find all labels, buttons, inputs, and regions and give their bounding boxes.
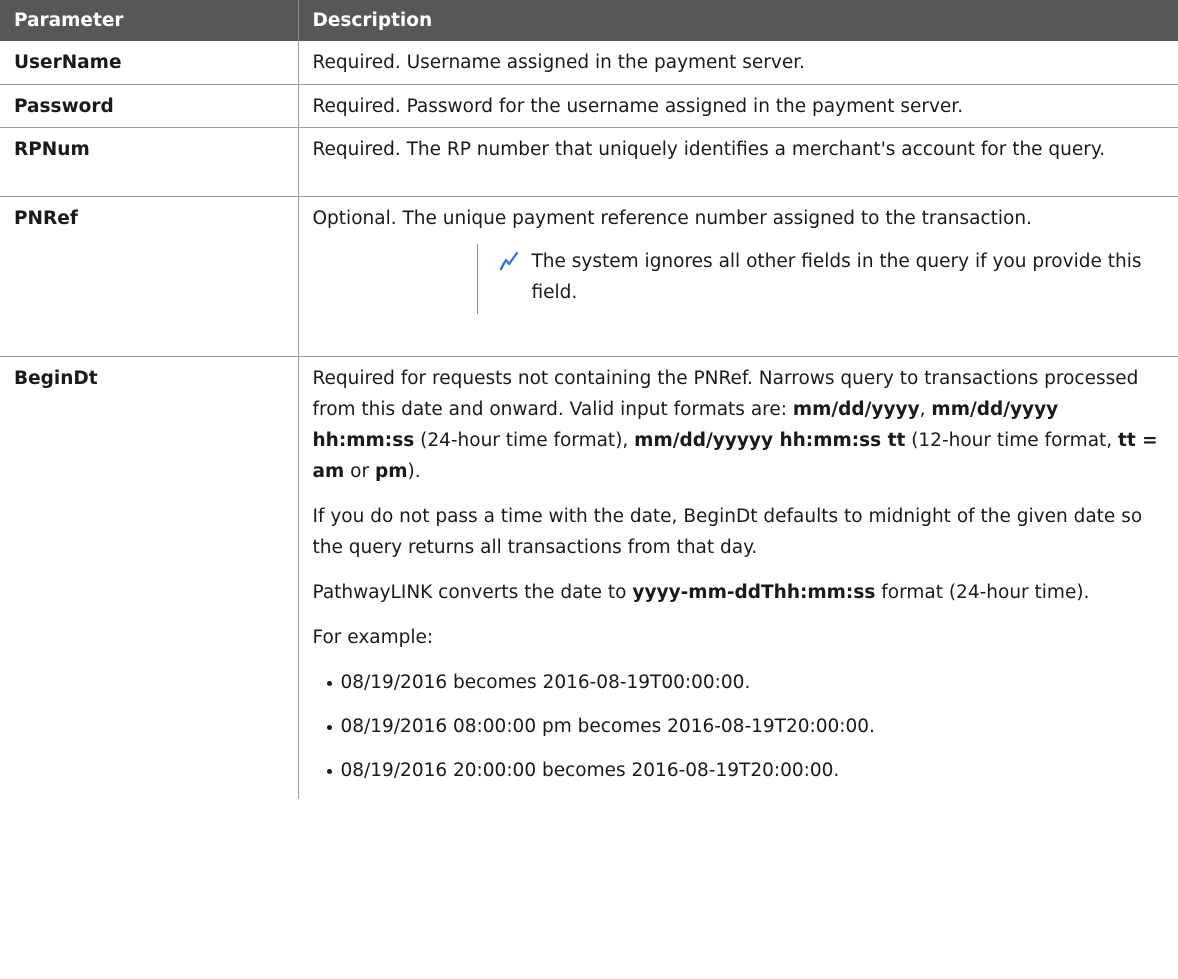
format-code: yyyy-mm-ddThh:mm:ss — [632, 581, 876, 603]
param-description: Required. Username assigned in the payme… — [297, 41, 1178, 85]
text-run: , — [919, 398, 932, 420]
param-name: UserName — [0, 41, 299, 85]
text-run: format (24-hour time). — [875, 581, 1090, 603]
text-run: ). — [407, 460, 421, 482]
format-code: pm — [374, 460, 408, 482]
example-list: 08/19/2016 becomes 2016-08-19T00:00:00. … — [313, 667, 1164, 786]
list-item: 08/19/2016 08:00:00 pm becomes 2016-08-1… — [326, 711, 1164, 742]
param-name: PNRef — [0, 195, 299, 357]
param-name: Password — [0, 83, 299, 128]
begindt-formats-paragraph: Required for requests not containing the… — [313, 363, 1164, 487]
text-run: (12-hour time format, — [905, 429, 1119, 451]
table-row: Password Required. Password for the user… — [0, 83, 1178, 128]
table-row: RPNum Required. The RP number that uniqu… — [0, 126, 1178, 197]
table-header-row: Parameter Description — [0, 0, 1178, 41]
parameter-table: Parameter Description UserName Required.… — [0, 0, 1178, 799]
param-description-cell: Required for requests not containing the… — [297, 355, 1178, 799]
param-description-cell: Optional. The unique payment reference n… — [297, 195, 1178, 357]
note-callout: The system ignores all other fields in t… — [476, 243, 1164, 314]
param-name: RPNum — [0, 126, 299, 197]
table-row: UserName Required. Username assigned in … — [0, 41, 1178, 85]
begindt-conversion-paragraph: PathwayLINK converts the date to yyyy-mm… — [313, 577, 1164, 608]
param-description: Required. The RP number that uniquely id… — [297, 126, 1178, 197]
table-row: PNRef Optional. The unique payment refer… — [0, 195, 1178, 357]
param-name: BeginDt — [0, 355, 299, 799]
text-run: PathwayLINK converts the date to — [312, 581, 633, 603]
format-code: mm/dd/yyyy — [792, 398, 920, 420]
format-code: mm/dd/yyyyy hh:mm:ss tt — [634, 429, 906, 451]
begindt-default-paragraph: If you do not pass a time with the date,… — [312, 505, 1143, 558]
table-row: BeginDt Required for requests not contai… — [0, 355, 1178, 799]
list-item: 08/19/2016 20:00:00 becomes 2016-08-19T2… — [326, 755, 1164, 786]
param-description: Optional. The unique payment reference n… — [312, 207, 1033, 229]
pencil-note-icon — [498, 250, 520, 282]
text-run: (24-hour time format), — [414, 429, 635, 451]
begindt-example-intro: For example: — [312, 626, 434, 648]
text-run: or — [344, 460, 375, 482]
header-description: Description — [298, 0, 1178, 41]
list-item: 08/19/2016 becomes 2016-08-19T00:00:00. — [326, 667, 1164, 698]
header-parameter: Parameter — [0, 0, 299, 41]
param-description: Required. Password for the username assi… — [297, 83, 1178, 128]
note-text: The system ignores all other fields in t… — [531, 250, 1142, 303]
